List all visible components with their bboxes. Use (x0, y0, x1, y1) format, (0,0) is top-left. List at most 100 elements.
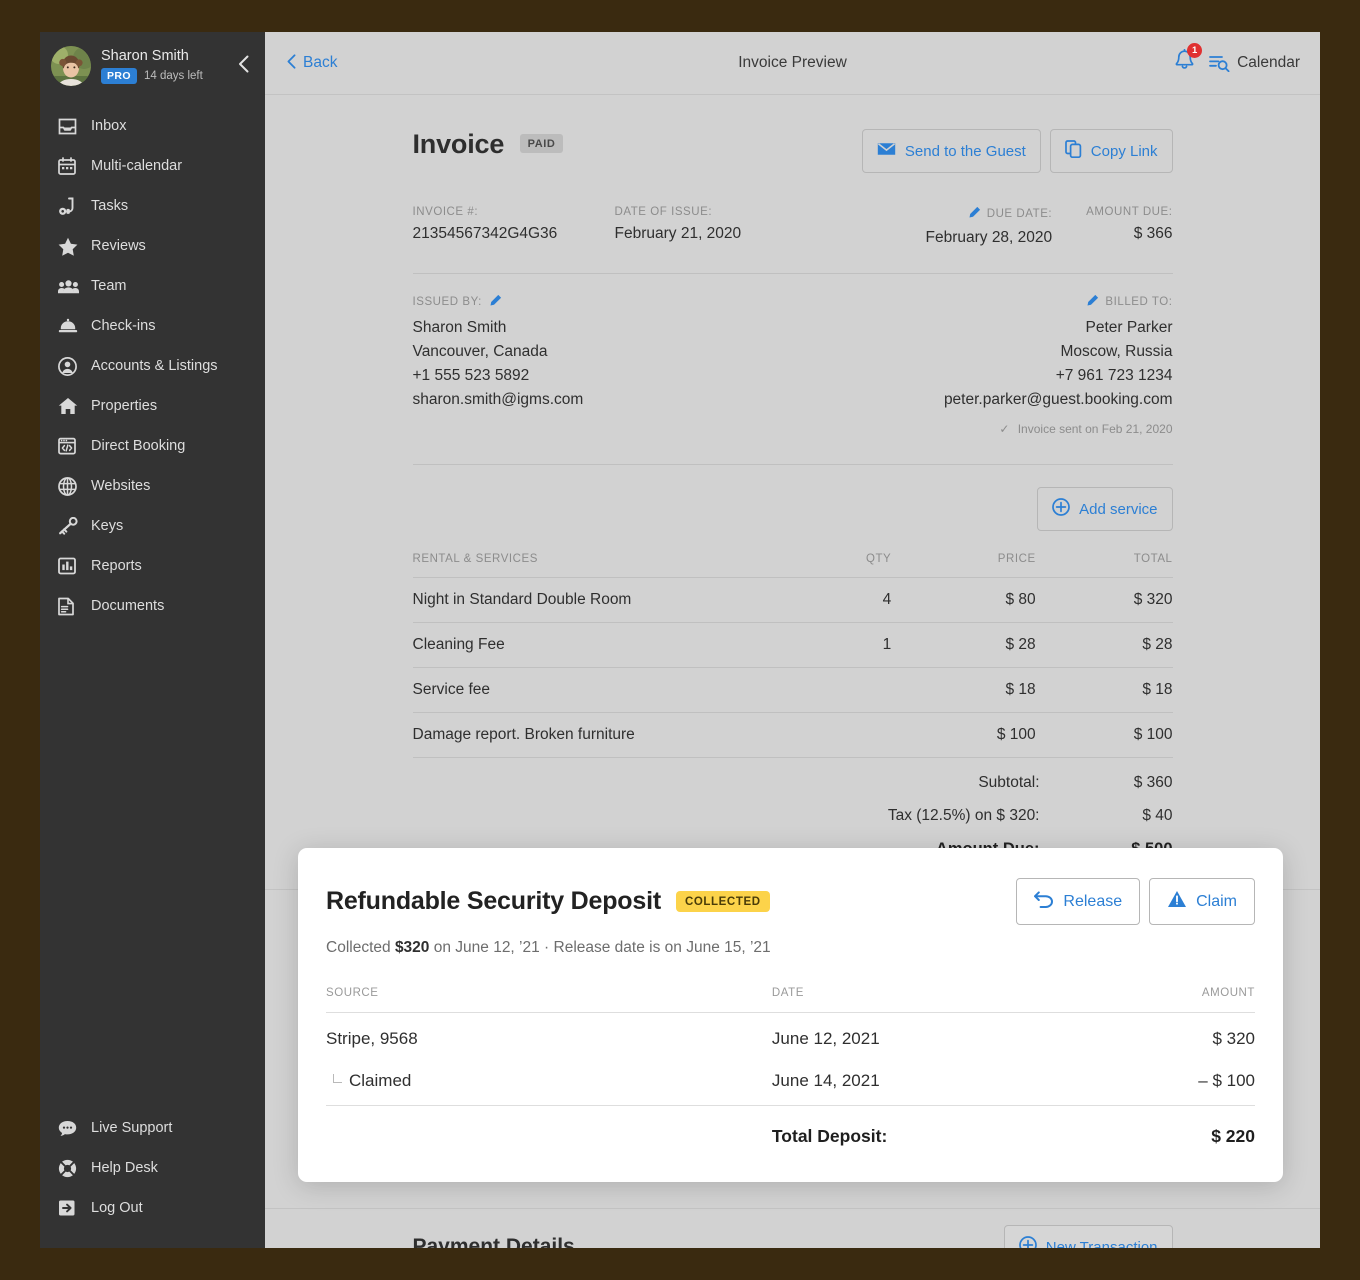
copy-link-label: Copy Link (1090, 142, 1158, 160)
table-row[interactable]: Stripe, 9568 June 12, 2021 $ 320 (326, 1013, 1255, 1061)
deposit-table: SOURCE DATE AMOUNT Stripe, 9568 June 12,… (326, 987, 1255, 1158)
vacuum-icon (58, 197, 84, 216)
plus-circle-icon (1018, 1236, 1046, 1248)
copy-link-button[interactable]: Copy Link (1049, 129, 1173, 173)
sidebar-item-documents[interactable]: Documents (40, 586, 265, 626)
table-row[interactable]: Cleaning Fee 1 $ 28 $ 28 (412, 622, 1173, 668)
home-icon (58, 397, 84, 415)
deposit-source-nested: Claimed (326, 1060, 772, 1106)
security-deposit-card: Refundable Security Deposit COLLECTED Re… (298, 848, 1283, 1182)
sidebar-item-label: Properties (91, 398, 158, 414)
document-icon (58, 597, 84, 616)
tax-row: Tax (12.5%) on $ 320: $ 40 (413, 807, 1173, 825)
table-row[interactable]: Service fee $ 18 $ 18 (412, 667, 1173, 713)
deposit-source: Stripe, 9568 (326, 1029, 418, 1048)
date-of-issue-value: February 21, 2020 (614, 225, 742, 242)
sidebar-item-live-support[interactable]: Live Support (40, 1108, 265, 1148)
deposit-date: June 12, 2021 (771, 1029, 880, 1048)
tax-label: Tax (12.5%) on $ 320: (887, 807, 1040, 824)
add-service-button[interactable]: Add service (1037, 487, 1173, 531)
service-price: $ 28 (891, 622, 1036, 668)
sidebar-item-tasks[interactable]: Tasks (40, 186, 265, 226)
service-qty (769, 667, 892, 713)
invoice-meta-row: INVOICE #: 21354567342G4G36 DATE OF ISSU… (413, 206, 1173, 247)
sidebar-item-label: Tasks (91, 198, 129, 214)
invoice-sent-text: Invoice sent on Feb 21, 2020 (1017, 422, 1173, 436)
deposit-total-row: Total Deposit: $ 220 (326, 1106, 1255, 1159)
column-header-date: DATE (771, 987, 1051, 1013)
sidebar-item-help-desk[interactable]: Help Desk (40, 1148, 265, 1188)
edit-pencil-icon[interactable] (968, 206, 981, 222)
subtotal-value: $ 360 (1133, 774, 1173, 791)
main-content: Back Invoice Preview 1 Calendar Invoice … (265, 32, 1320, 1248)
deposit-amount: – $ 100 (1050, 1060, 1255, 1106)
subtotal-label: Subtotal: (978, 774, 1040, 791)
sidebar-item-check-ins[interactable]: Check-ins (40, 306, 265, 346)
table-row[interactable]: Damage report. Broken furniture $ 100 $ … (412, 712, 1173, 758)
sidebar-item-accounts-listings[interactable]: Accounts & Listings (40, 346, 265, 386)
calendar-button[interactable]: Calendar (1209, 54, 1300, 72)
undo-arrow-icon (1034, 890, 1063, 913)
calendar-icon (58, 157, 84, 175)
service-total: $ 100 (1035, 712, 1173, 758)
trial-days-left: 14 days left (143, 70, 203, 82)
column-header-total: TOTAL (1035, 553, 1173, 578)
sidebar-item-inbox[interactable]: Inbox (40, 106, 265, 146)
issued-by-location: Vancouver, Canada (412, 343, 548, 360)
deposit-summary-suffix: on June 12, ’21 · Release date is on Jun… (429, 939, 771, 956)
sidebar-item-label: Keys (91, 518, 124, 534)
service-desc: Night in Standard Double Room (412, 577, 770, 623)
tax-value: $ 40 (1142, 807, 1173, 824)
sidebar-item-label: Accounts & Listings (91, 358, 218, 374)
sidebar-item-label: Inbox (91, 118, 127, 134)
services-table: RENTAL & SERVICES QTY PRICE TOTAL Night … (412, 553, 1173, 758)
send-to-guest-button[interactable]: Send to the Guest (861, 129, 1041, 173)
deposit-summary-amount: $320 (394, 939, 430, 956)
plus-circle-icon (1052, 498, 1079, 520)
new-transaction-button[interactable]: New Transaction (1003, 1225, 1173, 1249)
sidebar-item-label: Websites (91, 478, 151, 494)
new-transaction-label: New Transaction (1045, 1238, 1158, 1249)
sidebar-item-team[interactable]: Team (40, 266, 265, 306)
edit-pencil-icon[interactable] (489, 294, 502, 310)
service-qty: 4 (769, 577, 892, 623)
notifications-button[interactable]: 1 (1174, 43, 1203, 77)
release-deposit-button[interactable]: Release (1016, 878, 1141, 925)
deposit-date: June 14, 2021 (771, 1060, 1051, 1106)
sidebar-item-reviews[interactable]: Reviews (40, 226, 265, 266)
edit-pencil-icon[interactable] (1086, 294, 1099, 310)
table-header-row: RENTAL & SERVICES QTY PRICE TOTAL (412, 553, 1173, 578)
due-date-label: DUE DATE: (986, 208, 1053, 220)
service-total: $ 320 (1035, 577, 1173, 623)
column-header-amount: AMOUNT (1050, 987, 1255, 1013)
issued-by-name: Sharon Smith (412, 319, 507, 336)
column-header-price: PRICE (891, 553, 1036, 578)
sidebar-item-log-out[interactable]: Log Out (40, 1188, 265, 1228)
deposit-header: Refundable Security Deposit COLLECTED Re… (326, 878, 1255, 925)
scroll-area[interactable]: Invoice PAID Send to the Guest Copy Link… (265, 95, 1320, 1248)
table-row[interactable]: Night in Standard Double Room 4 $ 80 $ 3… (412, 577, 1173, 623)
amount-due-value: $ 366 (1133, 225, 1173, 242)
sidebar-item-reports[interactable]: Reports (40, 546, 265, 586)
service-desc: Service fee (412, 667, 770, 713)
sidebar-collapse-button[interactable] (232, 51, 255, 81)
sidebar-item-multi-calendar[interactable]: Multi-calendar (40, 146, 265, 186)
totals-block: Subtotal: $ 360 Tax (12.5%) on $ 320: $ … (413, 774, 1173, 859)
invoice-number-cell: INVOICE #: 21354567342G4G36 (413, 206, 615, 247)
sidebar-item-label: Check-ins (91, 318, 156, 334)
top-bar: Back Invoice Preview 1 Calendar (265, 32, 1320, 95)
sidebar-item-keys[interactable]: Keys (40, 506, 265, 546)
sidebar-item-direct-booking[interactable]: Direct Booking (40, 426, 265, 466)
issued-by-phone: +1 555 523 5892 (412, 367, 530, 384)
sidebar-bottom-nav: Live Support Help Desk Log Out (40, 1108, 265, 1248)
user-profile-block[interactable]: Sharon Smith PRO 14 days left (40, 32, 265, 100)
service-total: $ 28 (1035, 622, 1173, 668)
services-block: Add service RENTAL & SERVICES QTY PRICE … (412, 464, 1173, 859)
claim-deposit-button[interactable]: Claim (1149, 878, 1255, 925)
chevron-left-icon (287, 54, 296, 72)
sidebar-item-websites[interactable]: Websites (40, 466, 265, 506)
back-button[interactable]: Back (287, 54, 337, 72)
table-row[interactable]: Claimed June 14, 2021 – $ 100 (326, 1060, 1255, 1106)
back-label: Back (303, 54, 338, 71)
sidebar-item-properties[interactable]: Properties (40, 386, 265, 426)
